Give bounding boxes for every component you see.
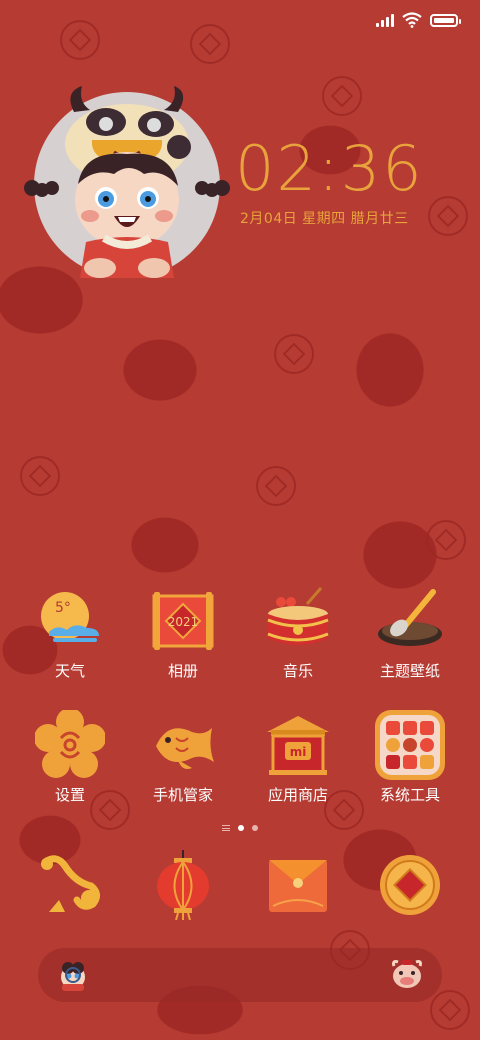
dock-item-4[interactable] xyxy=(355,850,465,920)
battery-icon xyxy=(430,13,461,27)
app-label: 天气 xyxy=(54,662,85,680)
ox-girl-illustration xyxy=(24,86,230,278)
ox-assistant-icon[interactable] xyxy=(390,960,424,990)
weather-temp: 5° xyxy=(55,600,71,616)
wifi-icon xyxy=(402,12,422,28)
app-label: 手机管家 xyxy=(152,786,213,804)
clock-date[interactable]: 2月04日 星期四 腊月廿三 xyxy=(240,208,409,228)
koi-fish-icon xyxy=(156,728,214,769)
tools-folder-icon xyxy=(375,710,445,780)
app-album[interactable]: 2021 相册 xyxy=(128,586,238,681)
drum-icon xyxy=(267,587,329,645)
red-envelope-icon xyxy=(269,860,327,912)
app-label: 音乐 xyxy=(282,662,313,680)
folder-system-tools[interactable]: 系统工具 xyxy=(355,710,465,805)
dock-item-2[interactable] xyxy=(128,850,238,920)
app-label: 系统工具 xyxy=(379,786,440,804)
signal-icon xyxy=(376,13,394,27)
app-settings[interactable]: 设置 xyxy=(15,710,125,805)
app-label: 主题壁纸 xyxy=(379,662,440,680)
app-phone-manager[interactable]: 手机管家 xyxy=(128,710,238,805)
plum-flower-gear-icon xyxy=(35,710,105,778)
ox-girl-avatar-widget[interactable] xyxy=(24,86,230,278)
mi-store-gate-icon: mi xyxy=(267,716,329,775)
status-bar xyxy=(376,10,461,30)
lantern-icon xyxy=(157,850,209,920)
ruyi-knot-icon xyxy=(41,855,100,912)
app-music[interactable]: 音乐 xyxy=(243,586,353,681)
page-dot-current xyxy=(238,825,244,831)
search-bar[interactable] xyxy=(38,948,442,1002)
app-store[interactable]: mi 应用商店 xyxy=(243,710,353,805)
app-themes[interactable]: 主题壁纸 xyxy=(355,586,465,681)
page-indicator[interactable] xyxy=(0,825,480,831)
mi-logo: mi xyxy=(290,745,307,759)
search-mascot-icon xyxy=(61,962,85,991)
album-year: 2021 xyxy=(168,615,199,629)
brush-inkstone-icon xyxy=(378,589,442,646)
app-weather[interactable]: 5° 天气 xyxy=(15,586,125,681)
app-label: 设置 xyxy=(54,786,85,804)
copper-coin-icon xyxy=(380,855,440,915)
weather-icon: 5° xyxy=(41,592,99,642)
app-label: 相册 xyxy=(167,662,198,680)
dock-item-3[interactable] xyxy=(243,850,353,920)
page-dot xyxy=(252,825,258,831)
clock-time[interactable]: 02:36 xyxy=(235,132,424,205)
album-icon: 2021 xyxy=(152,592,214,650)
feed-page-dot xyxy=(222,825,230,831)
dock-item-1[interactable] xyxy=(15,850,125,920)
app-label: 应用商店 xyxy=(267,786,328,804)
